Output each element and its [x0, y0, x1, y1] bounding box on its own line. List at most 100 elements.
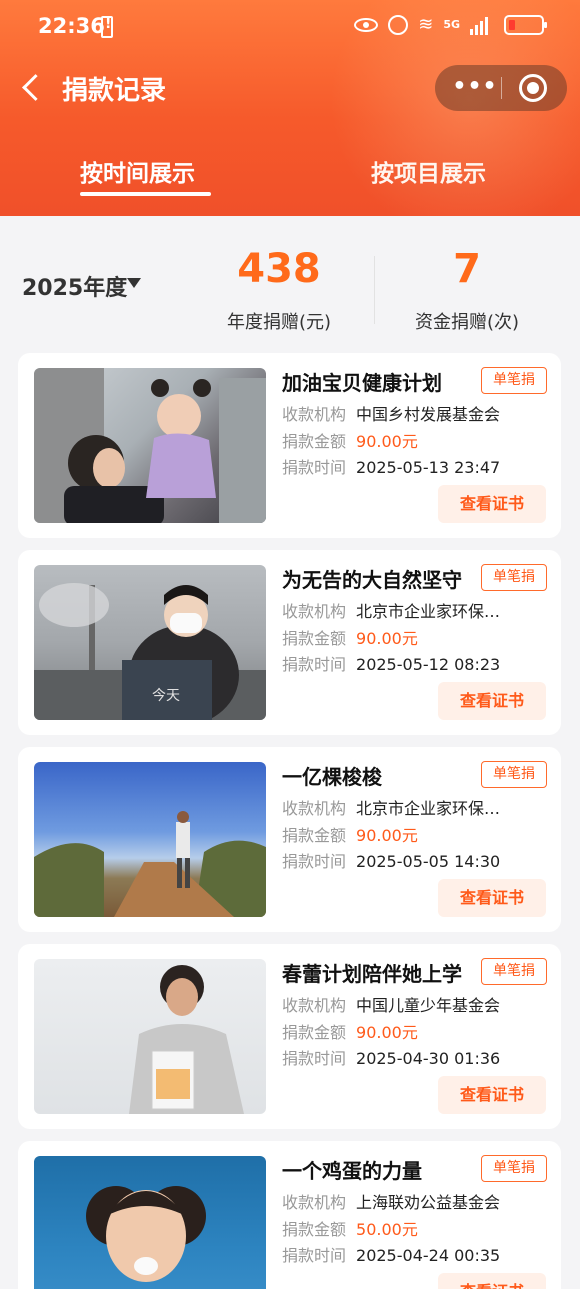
org-label: 收款机构	[282, 405, 347, 424]
org-value: 上海联劝公益基金会	[356, 1193, 501, 1212]
donation-card[interactable]: 一个鸡蛋的力量 单笔捐 收款机构 上海联劝公益基金会 捐款金额 50.00元 捐款时…	[18, 1141, 561, 1289]
amount-row: 捐款金额 90.00元	[282, 822, 418, 846]
amount-label: 捐款金额	[282, 432, 347, 451]
amount-label: 捐款金额	[282, 629, 347, 648]
project-photo: 今天	[34, 565, 266, 720]
amount-row: 捐款金额 50.00元	[282, 1216, 418, 1240]
time-value: 2025-05-13 23:47	[356, 458, 501, 477]
time-value: 2025-04-30 01:36	[356, 1049, 501, 1068]
time-value: 2025-05-12 08:23	[356, 655, 501, 674]
signal-icon	[470, 15, 488, 35]
project-photo	[34, 762, 266, 917]
more-icon[interactable]: •••	[451, 74, 499, 102]
view-certificate-button[interactable]: 查看证书	[438, 879, 546, 917]
time-row: 捐款时间 2025-05-12 08:23	[282, 651, 500, 675]
org-row: 收款机构 上海联劝公益基金会	[282, 1189, 500, 1213]
status-bar: 22:36 ≋ 5G	[0, 0, 580, 56]
project-title: 春蕾计划陪伴她上学	[282, 962, 462, 986]
time-label: 捐款时间	[282, 655, 347, 674]
amount-row: 捐款金额 90.00元	[282, 1019, 418, 1043]
mini-program-capsule: •••	[435, 65, 567, 111]
svg-text:今天: 今天	[152, 688, 180, 704]
org-row: 收款机构 中国乡村发展基金会	[282, 401, 500, 425]
amount-label: 捐款金额	[282, 1220, 347, 1239]
time-row: 捐款时间 2025-04-24 00:35	[282, 1242, 500, 1266]
amount-label: 捐款金额	[282, 826, 347, 845]
single-donation-badge: 单笔捐	[481, 367, 547, 394]
org-value: 中国乡村发展基金会	[356, 405, 501, 424]
org-label: 收款机构	[282, 1193, 347, 1212]
single-donation-badge: 单笔捐	[481, 564, 547, 591]
time-value: 2025-04-24 00:35	[356, 1246, 501, 1265]
org-label: 收款机构	[282, 602, 347, 621]
tab-active-indicator	[80, 192, 211, 196]
project-photo	[34, 368, 266, 523]
wifi-icon: ≋	[418, 14, 434, 35]
tab-by-project[interactable]: 按项目展示	[371, 154, 486, 188]
view-certificate-button[interactable]: 查看证书	[438, 682, 546, 720]
view-certificate-button[interactable]: 查看证书	[438, 1076, 546, 1114]
project-photo	[34, 959, 266, 1114]
single-donation-badge: 单笔捐	[481, 761, 547, 788]
single-donation-badge: 单笔捐	[481, 958, 547, 985]
time-label: 捐款时间	[282, 458, 347, 477]
annual-donation-amount: 438	[237, 246, 321, 292]
amount-label: 捐款金额	[282, 1023, 347, 1042]
donation-count: 7	[453, 246, 481, 292]
donation-card[interactable]: 今天 为无告的大自然坚守 单笔捐 收款机构 北京市企业家环保… 捐款金额 90.00…	[18, 550, 561, 735]
org-label: 收款机构	[282, 799, 347, 818]
tab-by-time[interactable]: 按时间展示	[80, 154, 195, 188]
time-row: 捐款时间 2025-05-05 14:30	[282, 848, 500, 872]
caret-down-icon[interactable]	[127, 278, 141, 288]
donation-card[interactable]: 春蕾计划陪伴她上学 单笔捐 收款机构 中国儿童少年基金会 捐款金额 90.00元 捐…	[18, 944, 561, 1129]
amount-value: 90.00元	[356, 1023, 418, 1042]
page-title: 捐款记录	[62, 76, 167, 106]
amount-value: 90.00元	[356, 432, 418, 451]
status-time: 22:36	[38, 14, 105, 38]
time-value: 2025-05-05 14:30	[356, 852, 501, 871]
time-label: 捐款时间	[282, 1246, 347, 1265]
network-label: 5G	[443, 18, 460, 31]
view-certificate-button[interactable]: 查看证书	[438, 1273, 546, 1289]
alarm-icon	[388, 14, 409, 35]
amount-value: 50.00元	[356, 1220, 418, 1239]
amount-row: 捐款金额 90.00元	[282, 428, 418, 452]
org-value: 北京市企业家环保…	[356, 799, 501, 818]
time-row: 捐款时间 2025-05-13 23:47	[282, 454, 500, 478]
project-title: 加油宝贝健康计划	[282, 371, 442, 395]
view-certificate-button[interactable]: 查看证书	[438, 485, 546, 523]
annual-donation-label: 年度捐赠(元)	[226, 312, 332, 333]
project-title: 一亿棵梭梭	[282, 765, 382, 789]
capsule-divider	[501, 77, 502, 99]
time-label: 捐款时间	[282, 1049, 347, 1068]
org-value: 中国儿童少年基金会	[356, 996, 501, 1015]
tab-bar: 按时间展示 按项目展示	[0, 150, 580, 200]
project-photo	[34, 1156, 266, 1289]
time-row: 捐款时间 2025-04-30 01:36	[282, 1045, 500, 1069]
single-donation-badge: 单笔捐	[481, 1155, 547, 1182]
org-label: 收款机构	[282, 996, 347, 1015]
org-row: 收款机构 北京市企业家环保…	[282, 795, 500, 819]
amount-value: 90.00元	[356, 629, 418, 648]
org-value: 北京市企业家环保…	[356, 602, 501, 621]
amount-value: 90.00元	[356, 826, 418, 845]
org-row: 收款机构 北京市企业家环保…	[282, 598, 500, 622]
org-row: 收款机构 中国儿童少年基金会	[282, 992, 500, 1016]
status-icons: ≋ 5G	[354, 14, 547, 35]
battery-icon	[504, 14, 547, 35]
project-title: 为无告的大自然坚守	[282, 568, 462, 592]
amount-row: 捐款金额 90.00元	[282, 625, 418, 649]
stat-divider	[374, 256, 375, 324]
time-label: 捐款时间	[282, 852, 347, 871]
eye-icon	[354, 17, 379, 32]
back-icon[interactable]	[20, 72, 48, 102]
summary-panel: 2025年度 438 年度捐赠(元) 7 资金捐赠(次)	[0, 232, 580, 342]
project-title: 一个鸡蛋的力量	[282, 1159, 422, 1183]
alert-icon	[101, 16, 113, 38]
donation-card[interactable]: 一亿棵梭梭 单笔捐 收款机构 北京市企业家环保… 捐款金额 90.00元 捐款时间 2…	[18, 747, 561, 932]
donation-card[interactable]: 加油宝贝健康计划 单笔捐 收款机构 中国乡村发展基金会 捐款金额 90.00元 捐款…	[18, 353, 561, 538]
donation-count-label: 资金捐赠(次)	[414, 312, 520, 333]
year-selector[interactable]: 2025年度	[22, 270, 127, 302]
nav-bar: 捐款记录 •••	[0, 60, 580, 116]
target-icon[interactable]	[519, 74, 547, 102]
